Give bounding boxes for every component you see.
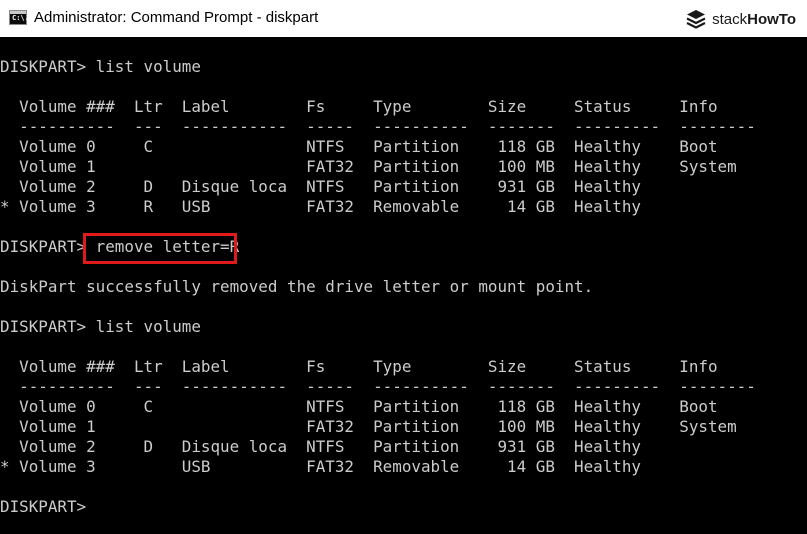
command-highlight-box — [83, 233, 237, 264]
brand-stack-text: stack — [712, 10, 748, 28]
console-line: ---------- --- ----------- ----- -------… — [0, 117, 756, 136]
console-line: Volume 1 FAT32 Partition 100 MB Healthy … — [0, 417, 737, 436]
console-line: DISKPART> list volume — [0, 57, 201, 76]
console-line: DISKPART> list volume — [0, 317, 201, 336]
console-line: Volume ### Ltr Label Fs Type Size Status… — [0, 97, 718, 116]
command-prompt-icon[interactable]: C:\. — [9, 10, 29, 25]
window-title: Administrator: Command Prompt - diskpart — [34, 9, 319, 26]
brand-name: stack HowTo — [712, 11, 796, 28]
console-line: * Volume 3 USB FAT32 Removable 14 GB Hea… — [0, 457, 641, 476]
console-line: Volume 1 FAT32 Partition 100 MB Healthy … — [0, 157, 737, 176]
console-line: Volume ### Ltr Label Fs Type Size Status… — [0, 357, 718, 376]
command-prompt-icon-text: C:\. — [12, 14, 29, 22]
console-line: Volume 0 C NTFS Partition 118 GB Healthy… — [0, 137, 718, 156]
title-bar[interactable]: C:\. Administrator: Command Prompt - dis… — [0, 0, 807, 37]
console-output[interactable]: DISKPART> list volume Volume ### Ltr Lab… — [0, 37, 807, 534]
console-line: Volume 2 D Disque loca NTFS Partition 93… — [0, 177, 641, 196]
stackhowto-logo: stack HowTo — [685, 7, 796, 31]
brand-howto-text: HowTo — [747, 10, 796, 28]
console-line: ---------- --- ----------- ----- -------… — [0, 377, 756, 396]
console-line: DISKPART> — [0, 497, 87, 516]
console-line: * Volume 3 R USB FAT32 Removable 14 GB H… — [0, 197, 641, 216]
console-line: Volume 0 C NTFS Partition 118 GB Healthy… — [0, 397, 718, 416]
stack-layers-icon — [686, 10, 706, 29]
console-line: DiskPart successfully removed the drive … — [0, 277, 594, 296]
console-line: Volume 2 D Disque loca NTFS Partition 93… — [0, 437, 641, 456]
